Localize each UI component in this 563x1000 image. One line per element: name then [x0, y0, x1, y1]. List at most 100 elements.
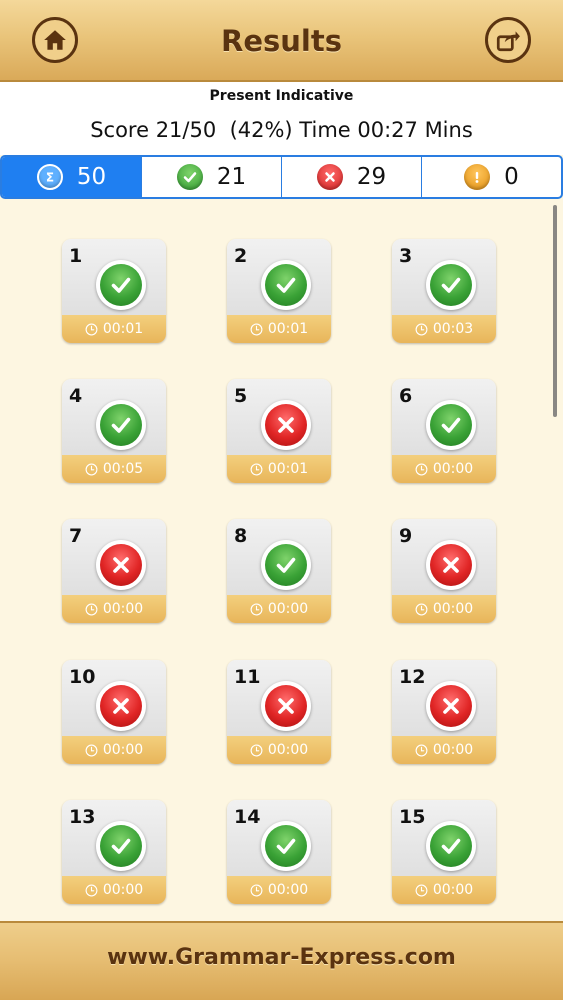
question-tile[interactable]: 15 00:00 [392, 800, 496, 904]
question-time: 00:00 [62, 736, 166, 764]
question-grid[interactable]: 1 00:01 2 00:01 3 00:03 4 00:05 5 00:01 6 00:00 7 00:… [0, 199, 563, 921]
question-number: 4 [69, 385, 83, 407]
question-time: 00:00 [227, 876, 331, 904]
check-icon [426, 260, 476, 310]
share-icon [496, 31, 520, 52]
question-time: 00:00 [392, 736, 496, 764]
question-tile[interactable]: 3 00:03 [392, 239, 496, 343]
question-number: 11 [234, 666, 261, 688]
clock-icon [250, 603, 263, 616]
clock-icon [250, 463, 263, 476]
question-tile[interactable]: 5 00:01 [227, 379, 331, 483]
website-link[interactable]: www.Grammar-Express.com [0, 945, 563, 970]
question-tile[interactable]: 1 00:01 [62, 239, 166, 343]
question-time: 00:00 [392, 595, 496, 623]
clock-icon [415, 603, 428, 616]
question-tile[interactable]: 10 00:00 [62, 660, 166, 764]
question-time: 00:05 [62, 455, 166, 483]
question-time: 00:00 [392, 876, 496, 904]
x-icon [426, 540, 476, 590]
question-time-value: 00:03 [432, 321, 474, 337]
x-icon [316, 164, 343, 190]
question-time: 00:00 [62, 595, 166, 623]
stat-total-value: 50 [76, 164, 107, 190]
question-time-value: 00:00 [432, 882, 474, 898]
score-line: Score 21/50 (42%) Time 00:27 Mins [90, 118, 473, 142]
question-time-value: 00:01 [267, 321, 309, 337]
question-tile[interactable]: 13 00:00 [62, 800, 166, 904]
stat-wrong-value: 29 [356, 164, 387, 190]
clock-icon [415, 323, 428, 336]
question-tile[interactable]: 7 00:00 [62, 519, 166, 623]
page-title: Results [221, 24, 342, 58]
question-time-value: 00:00 [267, 742, 309, 758]
question-tile[interactable]: 9 00:00 [392, 519, 496, 623]
question-number: 2 [234, 245, 248, 267]
question-number: 6 [399, 385, 413, 407]
question-time: 00:00 [392, 455, 496, 483]
sigma-icon: Σ [36, 164, 63, 190]
clock-icon [85, 603, 98, 616]
stat-correct[interactable]: 21 [141, 157, 281, 197]
stat-wrong[interactable]: 29 [281, 157, 421, 197]
question-time-value: 00:00 [267, 601, 309, 617]
stat-correct-value: 21 [216, 164, 247, 190]
results-summary: Present Indicative Score 21/50 (42%) Tim… [0, 82, 563, 155]
question-tile[interactable]: 6 00:00 [392, 379, 496, 483]
clock-icon [250, 323, 263, 336]
question-time: 00:01 [227, 315, 331, 343]
question-number: 12 [399, 666, 426, 688]
stat-total[interactable]: Σ 50 [2, 157, 141, 197]
quiz-mode-label: Present Indicative [209, 88, 354, 104]
question-time-value: 00:00 [102, 742, 144, 758]
question-time: 00:00 [227, 736, 331, 764]
question-time: 00:00 [227, 595, 331, 623]
question-tile[interactable]: 8 00:00 [227, 519, 331, 623]
stats-bar: Σ 50 21 29 0 [0, 155, 563, 199]
stat-skipped[interactable]: 0 [421, 157, 561, 197]
svg-text:Σ: Σ [46, 171, 54, 185]
question-number: 5 [234, 385, 248, 407]
x-icon [96, 681, 146, 731]
check-icon [176, 164, 203, 190]
clock-icon [415, 744, 428, 757]
question-time: 00:00 [62, 876, 166, 904]
clock-icon [85, 744, 98, 757]
question-number: 13 [69, 806, 96, 828]
question-number: 15 [399, 806, 426, 828]
x-icon [261, 400, 311, 450]
x-icon [426, 681, 476, 731]
clock-icon [85, 463, 98, 476]
question-tile[interactable]: 2 00:01 [227, 239, 331, 343]
footer-bar: www.Grammar-Express.com [0, 921, 563, 1000]
question-time: 00:01 [62, 315, 166, 343]
clock-icon [85, 884, 98, 897]
question-number: 10 [69, 666, 96, 688]
check-icon [261, 821, 311, 871]
question-time-value: 00:01 [267, 461, 309, 477]
check-icon [96, 260, 146, 310]
check-icon [96, 821, 146, 871]
clock-icon [85, 323, 98, 336]
clock-icon [415, 884, 428, 897]
question-tile[interactable]: 14 00:00 [227, 800, 331, 904]
question-tile[interactable]: 4 00:05 [62, 379, 166, 483]
question-number: 14 [234, 806, 261, 828]
check-icon [426, 400, 476, 450]
check-icon [426, 821, 476, 871]
clock-icon [250, 744, 263, 757]
question-tile[interactable]: 12 00:00 [392, 660, 496, 764]
share-button[interactable] [485, 17, 531, 63]
check-icon [261, 540, 311, 590]
check-icon [261, 260, 311, 310]
question-time-value: 00:00 [102, 601, 144, 617]
scrollbar[interactable] [553, 205, 557, 417]
x-icon [96, 540, 146, 590]
question-time-value: 00:00 [267, 882, 309, 898]
question-tile[interactable]: 11 00:00 [227, 660, 331, 764]
stat-skipped-value: 0 [504, 164, 519, 190]
clock-icon [250, 884, 263, 897]
question-number: 9 [399, 525, 413, 547]
exclamation-icon [464, 164, 491, 190]
header-bar: Results [0, 0, 563, 82]
